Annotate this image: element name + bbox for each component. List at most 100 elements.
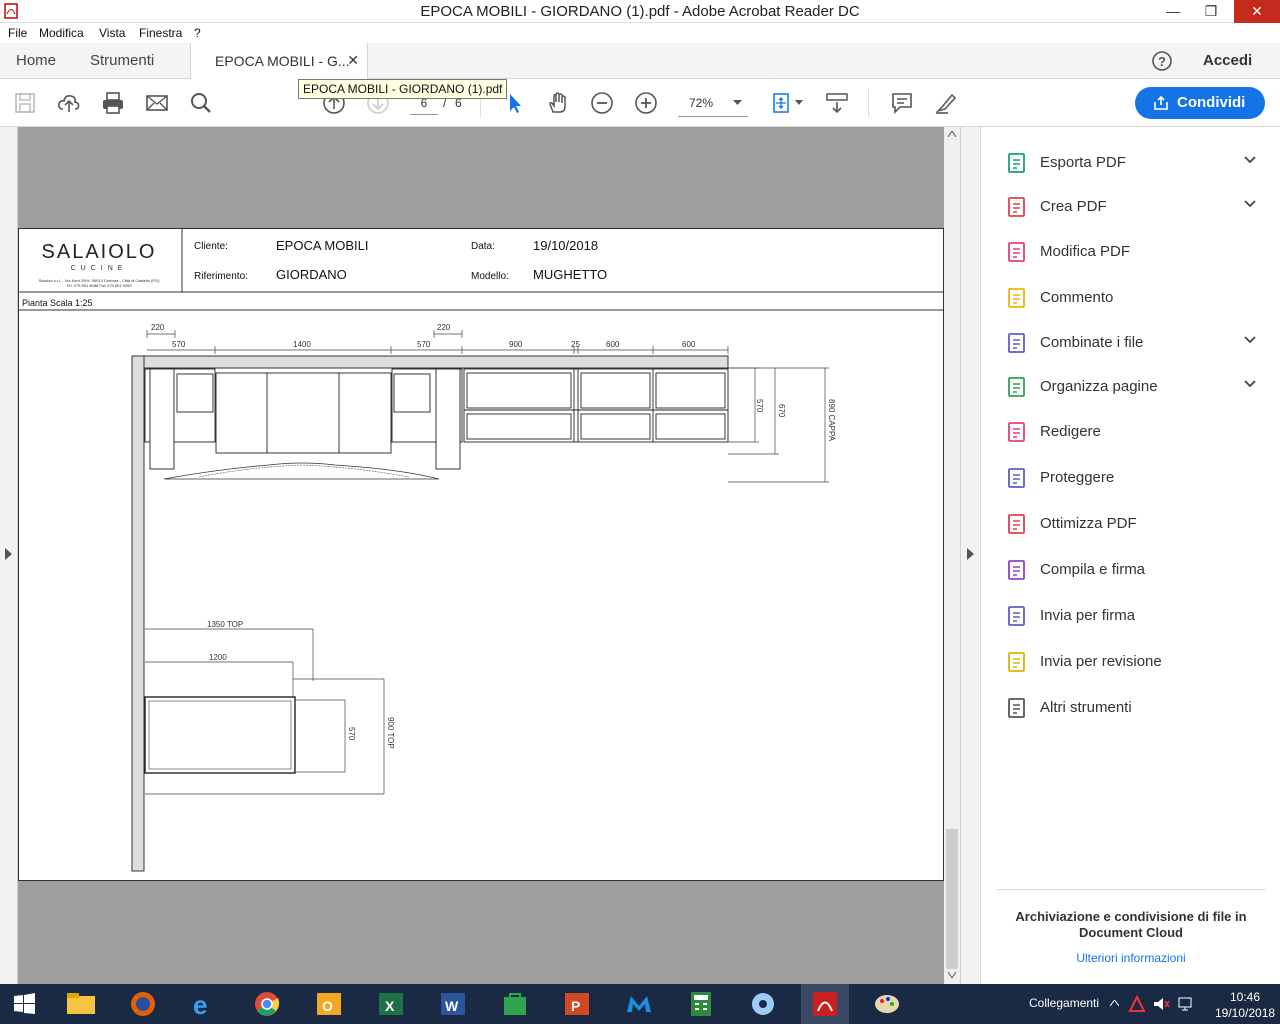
tray-expand-icon[interactable] <box>1110 1000 1119 1006</box>
tool-item[interactable]: Commento <box>981 278 1280 318</box>
menu-vista[interactable]: Vista <box>99 26 125 40</box>
right-panel-toggle[interactable] <box>960 127 980 984</box>
close-window-button[interactable]: ✕ <box>1234 0 1280 23</box>
send-for-signature-icon <box>1008 606 1025 626</box>
tool-item[interactable]: Invia per revisione <box>981 642 1280 682</box>
brand-name: SALAIOLO <box>42 241 157 263</box>
document-cloud-promo: Archiviazione e condivisione di file in … <box>996 889 1266 965</box>
minimize-button[interactable]: — <box>1158 0 1188 23</box>
data-value: 19/10/2018 <box>533 238 598 253</box>
network-label[interactable]: Collegamenti <box>1029 996 1099 1010</box>
svg-text:X: X <box>385 998 395 1014</box>
malwarebytes-icon[interactable] <box>615 984 663 1024</box>
tool-item[interactable]: Invia per firma <box>981 596 1280 636</box>
toolbar: 6 / 6 72% <box>0 79 1280 127</box>
document-viewer[interactable]: SALAIOLO CUCINE Salaiolo s.r.l. - Via Ka… <box>0 127 980 984</box>
scroll-mode-icon[interactable] <box>825 91 849 115</box>
dim-label: 570 <box>172 340 186 349</box>
maximize-button[interactable]: ❐ <box>1196 0 1226 23</box>
left-panel-toggle[interactable] <box>0 127 18 984</box>
tool-item[interactable]: Ottimizza PDF <box>981 504 1280 544</box>
comment-icon[interactable] <box>890 91 914 115</box>
upload-cloud-icon[interactable] <box>57 91 81 115</box>
scrollbar-thumb[interactable] <box>946 829 958 969</box>
tool-item-label: Combinate i file <box>1040 334 1144 351</box>
riferimento-label: Riferimento: <box>194 271 248 282</box>
save-icon[interactable] <box>13 91 37 115</box>
fit-page-icon[interactable] <box>770 91 794 115</box>
windows-start-icon[interactable] <box>0 984 48 1024</box>
menu-help[interactable]: ? <box>194 26 201 40</box>
search-icon[interactable] <box>189 91 213 115</box>
zoom-out-icon[interactable] <box>590 91 614 115</box>
volume-muted-icon[interactable] <box>1152 996 1170 1012</box>
tool-item[interactable]: Combinate i file <box>981 323 1280 363</box>
kitchen-drawing: SALAIOLO CUCINE Salaiolo s.r.l. - Via Ka… <box>19 229 943 872</box>
tab-bar: Home Strumenti EPOCA MOBILI - G... ✕ ? A… <box>0 43 1280 79</box>
tool-item-label: Esporta PDF <box>1040 154 1126 171</box>
powerpoint-icon[interactable]: P <box>553 984 601 1024</box>
menu-modifica[interactable]: Modifica <box>39 26 84 40</box>
learn-more-link[interactable]: Ulteriori informazioni <box>996 951 1266 965</box>
chevron-down-icon[interactable] <box>1243 197 1257 211</box>
file-explorer-icon[interactable] <box>57 984 105 1024</box>
help-icon[interactable]: ? <box>1151 50 1173 72</box>
share-button-label: Condividi <box>1177 94 1246 111</box>
internet-explorer-icon[interactable]: e <box>181 984 229 1024</box>
tab-tools[interactable]: Strumenti <box>90 52 154 69</box>
tool-item[interactable]: Modifica PDF <box>981 232 1280 272</box>
antivirus-tray-icon[interactable] <box>1128 995 1146 1013</box>
email-icon[interactable] <box>145 91 169 115</box>
tool-item[interactable]: Altri strumenti <box>981 688 1280 728</box>
tool-item-label: Crea PDF <box>1040 198 1107 215</box>
store-icon[interactable] <box>491 984 539 1024</box>
dim-label: 1350 TOP <box>207 620 243 629</box>
close-tab-icon[interactable]: ✕ <box>347 52 359 69</box>
sign-in-link[interactable]: Accedi <box>1203 52 1252 69</box>
share-button[interactable]: Condividi <box>1135 87 1265 119</box>
tool-item-label: Compila e firma <box>1040 561 1146 578</box>
tool-item[interactable]: Esporta PDF <box>981 143 1280 183</box>
tool-item[interactable]: Redigere <box>981 412 1280 452</box>
media-player-icon[interactable] <box>739 984 787 1024</box>
tool-item[interactable]: Crea PDF <box>981 187 1280 227</box>
chevron-down-icon[interactable] <box>1243 377 1257 391</box>
tool-item[interactable]: Compila e firma <box>981 550 1280 590</box>
brand-subtitle: CUCINE <box>71 265 128 272</box>
print-icon[interactable] <box>101 91 125 115</box>
tab-document[interactable]: EPOCA MOBILI - G... ✕ <box>190 43 368 79</box>
firefox-icon[interactable] <box>119 984 167 1024</box>
calculator-icon[interactable] <box>677 984 725 1024</box>
hand-tool-icon[interactable] <box>546 91 570 115</box>
tab-tooltip: EPOCA MOBILI - GIORDANO (1).pdf <box>298 79 508 99</box>
scroll-up-icon[interactable] <box>948 131 956 137</box>
outlook-icon[interactable]: O <box>305 984 353 1024</box>
modello-value: MUGHETTO <box>533 267 607 282</box>
chevron-down-icon[interactable] <box>795 100 803 106</box>
network-tray-icon[interactable] <box>1176 996 1194 1012</box>
acrobat-taskbar-icon[interactable] <box>801 984 849 1024</box>
highlight-pen-icon[interactable] <box>934 91 958 115</box>
chevron-down-icon[interactable] <box>1243 333 1257 347</box>
tool-item[interactable]: Proteggere <box>981 458 1280 498</box>
clock-date[interactable]: 19/10/2018 <box>1215 1006 1275 1020</box>
scroll-down-icon[interactable] <box>948 972 956 978</box>
chevron-down-icon[interactable] <box>1243 153 1257 167</box>
organize-pages-icon <box>1008 377 1025 397</box>
menu-file[interactable]: File <box>8 26 27 40</box>
toolbar-divider <box>868 89 869 117</box>
zoom-select[interactable]: 72% <box>678 91 748 117</box>
word-icon[interactable]: W <box>429 984 477 1024</box>
tab-home[interactable]: Home <box>16 52 56 69</box>
paint-icon[interactable] <box>863 984 911 1024</box>
chrome-icon[interactable] <box>243 984 291 1024</box>
clock-time[interactable]: 10:46 <box>1230 990 1260 1004</box>
tool-item-label: Invia per firma <box>1040 607 1136 624</box>
collapse-right-icon <box>967 548 974 560</box>
tool-item[interactable]: Organizza pagine <box>981 367 1280 407</box>
zoom-in-icon[interactable] <box>634 91 658 115</box>
menu-finestra[interactable]: Finestra <box>139 26 182 40</box>
dim-label: 600 <box>606 340 620 349</box>
vertical-scrollbar[interactable] <box>944 127 960 984</box>
excel-icon[interactable]: X <box>367 984 415 1024</box>
